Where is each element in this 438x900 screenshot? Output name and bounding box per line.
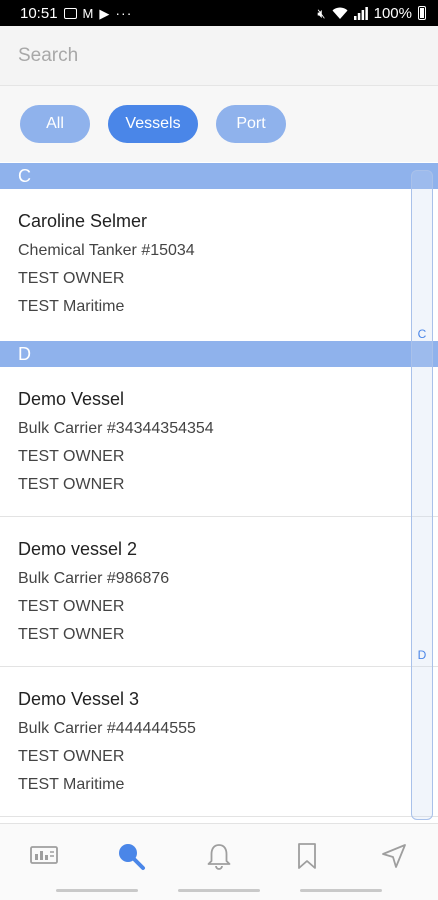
vessel-manager: TEST OWNER: [18, 626, 125, 643]
vessel-type: Bulk Carrier #986876: [18, 570, 170, 587]
signal-icon: [353, 6, 368, 20]
vessel-name: Caroline Selmer: [18, 211, 148, 231]
status-bar: 10:51 M ▶ ··· 🔇︎ 100%: [0, 0, 438, 26]
list-item[interactable]: Demo Vessel Bulk Carrier #34344354354 TE…: [0, 367, 438, 517]
gmail-notification-icon: M: [82, 5, 94, 21]
vessel-owner: TEST OWNER: [18, 448, 125, 465]
nav-notifications-button[interactable]: [189, 831, 249, 881]
index-letter-d[interactable]: D: [412, 648, 432, 662]
vessel-manager: TEST OWNER: [18, 476, 125, 493]
nav-bookmarks-button[interactable]: [277, 831, 337, 881]
section-header-d: D: [0, 341, 438, 367]
wifi-icon: [332, 7, 348, 19]
filter-chips: All Vessels Port: [0, 86, 438, 162]
section-header-c: C: [0, 163, 438, 189]
mute-icon: 🔇︎: [317, 5, 326, 21]
bottom-navigation: [0, 823, 438, 887]
filter-vessels-chip[interactable]: Vessels: [108, 105, 198, 143]
bookmark-icon: [297, 842, 316, 869]
search-bar: [0, 26, 438, 86]
vessel-type: Bulk Carrier #444444555: [18, 720, 196, 737]
vessel-type: Bulk Carrier #34344354354: [18, 420, 214, 437]
gesture-handle[interactable]: [300, 889, 382, 892]
vessel-manager: TEST Maritime: [18, 776, 125, 793]
vessel-name: Demo Vessel 3: [18, 689, 140, 709]
vessel-name: Demo vessel 2: [18, 539, 138, 559]
status-right: 🔇︎ 100%: [317, 5, 426, 22]
nav-navigation-button[interactable]: [364, 831, 424, 881]
index-letter-c[interactable]: C: [412, 327, 432, 341]
search-input[interactable]: [18, 42, 418, 70]
battery-percentage: 100%: [373, 4, 412, 22]
image-notification-icon: [63, 7, 77, 19]
filter-port-chip[interactable]: Port: [216, 105, 286, 143]
nav-dashboard-button[interactable]: [14, 831, 74, 881]
vessel-manager: TEST Maritime: [18, 298, 125, 315]
navigation-arrow-icon: [382, 843, 407, 868]
youtube-notification-icon: ▶: [99, 5, 110, 21]
battery-icon: [418, 6, 426, 20]
vessel-owner: TEST OWNER: [18, 270, 125, 287]
vessel-list: C Caroline Selmer Chemical Tanker #15034…: [0, 163, 438, 823]
search-icon: [119, 843, 146, 870]
gesture-handle[interactable]: [178, 889, 260, 892]
vessel-name: Demo Vessel: [18, 389, 125, 409]
status-time: 10:51: [20, 4, 58, 22]
dashboard-icon: [29, 845, 58, 864]
list-item[interactable]: Demo Vessel 3 Bulk Carrier #444444555 TE…: [0, 667, 438, 817]
gesture-handle[interactable]: [56, 889, 138, 892]
filter-all-chip[interactable]: All: [20, 105, 90, 143]
vessel-owner: TEST OWNER: [18, 748, 125, 765]
status-left: 10:51 M ▶ ···: [20, 5, 132, 22]
list-item[interactable]: Caroline Selmer Chemical Tanker #15034 T…: [0, 189, 438, 341]
alphabet-index-bar[interactable]: C D: [411, 170, 433, 820]
more-notifications: ···: [115, 5, 133, 21]
vessel-owner: TEST OWNER: [18, 598, 125, 615]
gesture-navigation-bar: [0, 887, 438, 900]
vessel-type: Chemical Tanker #15034: [18, 242, 195, 259]
list-item[interactable]: Demo vessel 2 Bulk Carrier #986876 TEST …: [0, 517, 438, 667]
bell-icon: [207, 843, 231, 870]
nav-search-button[interactable]: [101, 831, 161, 881]
